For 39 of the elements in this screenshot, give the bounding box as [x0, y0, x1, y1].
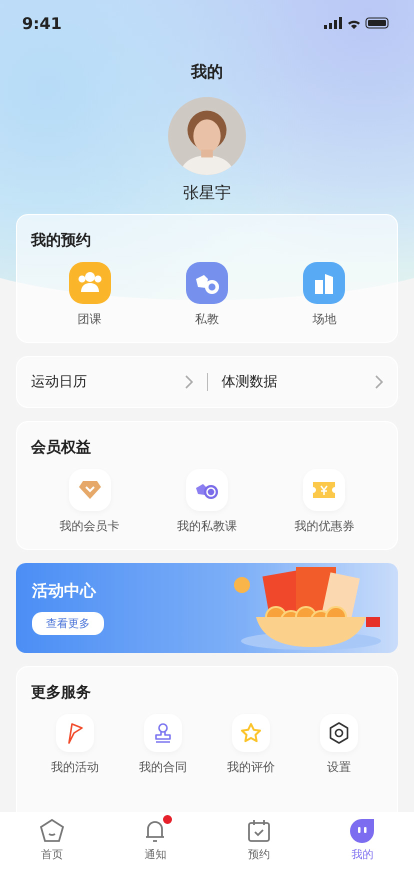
booking-item[interactable]: 私教 [194, 311, 219, 328]
tab-item[interactable]: 预约 [248, 847, 270, 862]
tab-item[interactable]: 首页 [40, 847, 63, 862]
star-icon [239, 721, 263, 745]
service-item[interactable]: 我的评价 [227, 759, 275, 776]
user-name: 张星宇 [183, 183, 231, 204]
chevron-right-icon [375, 375, 383, 389]
calendar-icon [246, 818, 272, 844]
profile-icon [349, 818, 376, 844]
page-title: 我的 [191, 62, 223, 83]
building-icon [303, 262, 346, 304]
benefit-item[interactable]: 我的优惠券 [294, 518, 354, 535]
card-title: 更多服务 [31, 683, 92, 702]
signal-icon [324, 17, 342, 29]
tab-item[interactable]: 我的 [351, 847, 374, 862]
banner-title: 活动中心 [32, 581, 98, 602]
service-item[interactable]: 我的合同 [139, 759, 187, 776]
wifi-icon [348, 20, 360, 29]
chevron-right-icon [184, 375, 192, 389]
view-more-button[interactable]: 查看更多 [32, 612, 104, 635]
battery-icon [366, 18, 388, 28]
settings-icon [327, 721, 351, 745]
booking-item[interactable]: 团课 [78, 311, 102, 328]
diamond-icon [78, 481, 101, 499]
benefit-item[interactable]: 我的私教课 [176, 518, 237, 535]
service-item[interactable]: 我的活动 [51, 759, 99, 776]
home-icon [38, 818, 65, 844]
benefit-item[interactable]: 我的会员卡 [60, 518, 120, 535]
booking-item[interactable]: 场地 [312, 311, 336, 328]
tab-item[interactable]: 通知 [144, 847, 166, 862]
quick-link[interactable]: 运动日历 [31, 373, 87, 391]
quick-link[interactable]: 体测数据 [222, 373, 278, 391]
card-title: 我的预约 [31, 231, 92, 250]
people-icon [68, 262, 111, 304]
ticket-icon [313, 482, 336, 498]
status-time: 9:41 [22, 14, 62, 32]
card-title: 会员权益 [31, 438, 92, 457]
activity-banner[interactable]: 活动中心 查看更多 [16, 563, 398, 653]
service-item[interactable]: 设置 [327, 759, 351, 776]
